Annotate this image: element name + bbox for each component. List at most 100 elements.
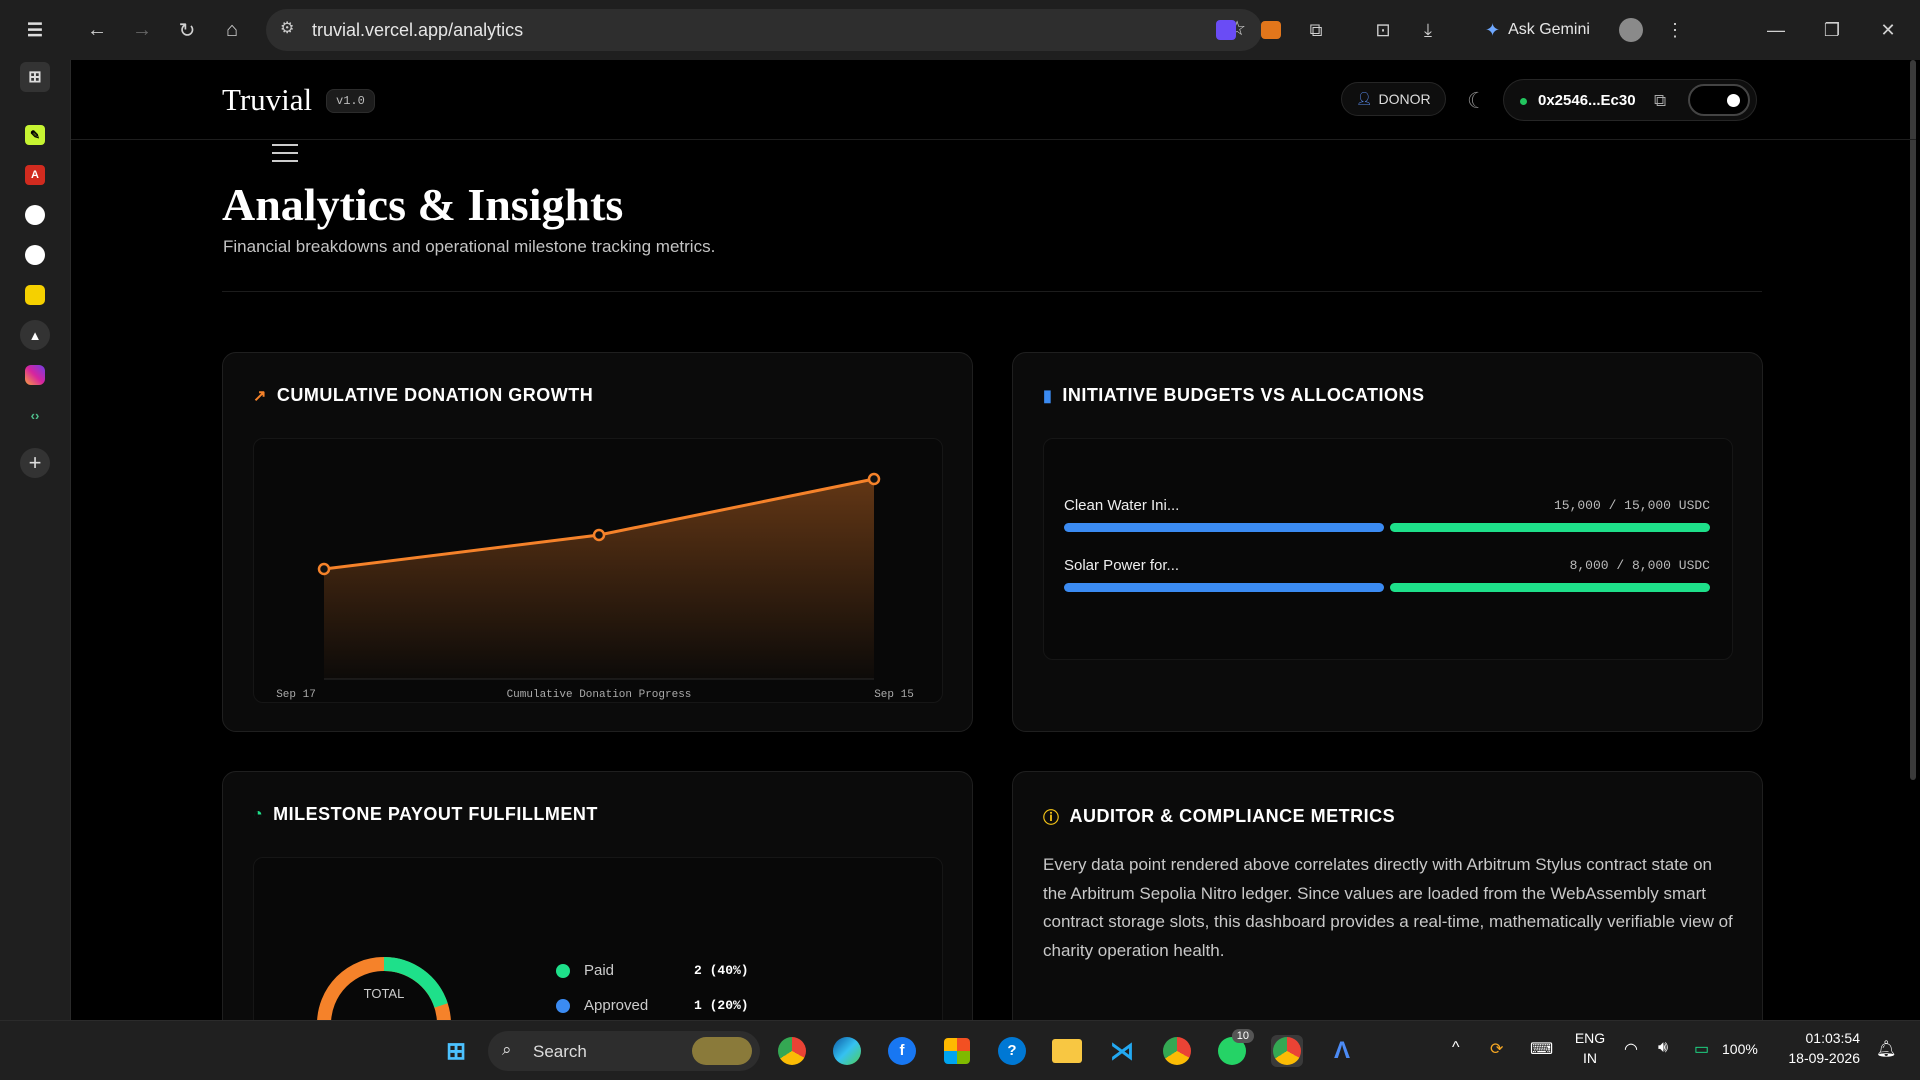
screenshot-icon[interactable]: ⊡ (1370, 17, 1396, 43)
sidebar-toggle-icon[interactable]: ☰ (20, 15, 50, 45)
extensions-puzzle-icon[interactable]: ⧉ (1303, 17, 1329, 43)
keyboard-icon[interactable]: ⌨ (1530, 1039, 1553, 1059)
forward-icon[interactable]: → (127, 15, 157, 45)
reload-icon[interactable]: ↻ (172, 15, 202, 45)
legend-value: 2 (40%) (694, 963, 749, 978)
edge-icon[interactable] (831, 1035, 863, 1067)
volume-icon[interactable]: 🔊︎ (1658, 1039, 1668, 1057)
vscode-icon[interactable]: ⋊ (1106, 1035, 1138, 1067)
wifi-icon[interactable]: ◠ (1624, 1039, 1638, 1059)
budgets-card: ▮ INITIATIVE BUDGETS VS ALLOCATIONS Clea… (1012, 352, 1763, 732)
add-app-icon[interactable]: + (20, 448, 50, 478)
facebook-icon[interactable]: f (886, 1035, 918, 1067)
budget-name: Solar Power for... (1064, 557, 1180, 574)
file-explorer-icon[interactable] (1051, 1035, 1083, 1067)
menu-dots-icon[interactable]: ⋮ (1662, 17, 1688, 43)
budget-name: Clean Water Ini... (1064, 497, 1180, 514)
ask-gemini-button[interactable]: ✦ Ask Gemini (1485, 14, 1590, 46)
page-viewport: Truvial v1.0 👤︎ DONOR ☾ 0x2546...Ec30 ⧉ … (70, 60, 1916, 1020)
arc-app-icon[interactable]: Λ (1326, 1035, 1358, 1067)
auditor-title: ⓘ AUDITOR & COMPLIANCE METRICS (1043, 804, 1395, 828)
site-info-icon[interactable]: ⚙ (280, 18, 294, 38)
gemini-icon: ✦ (1485, 19, 1501, 40)
battery-percent: 100% (1722, 1041, 1758, 1057)
home-icon[interactable]: ⌂ (217, 15, 247, 45)
chrome-icon-2[interactable] (1161, 1035, 1193, 1067)
windows-start-icon[interactable]: ⊞ (440, 1035, 472, 1067)
budgets-title-text: INITIATIVE BUDGETS VS ALLOCATIONS (1062, 385, 1425, 405)
donation-growth-chart: Sep 17 Sep 15 Cumulative Donation Progress (276, 472, 914, 701)
taskbar: ⊞ ⌕ Search f ? ⋊ 10 Λ ^ ⟳ ⌨ ENG IN ◠ 🔊︎ … (0, 1020, 1920, 1080)
donation-growth-card: ↗ CUMULATIVE DONATION GROWTH Sep 17 Sep 1… (222, 352, 973, 732)
browser-toolbar: ← → ↻ ⌂ ⚙ truvial.vercel.app/analytics ☆… (70, 0, 1920, 60)
legend-value: 1 (20%) (694, 998, 749, 1013)
store-icon[interactable] (941, 1035, 973, 1067)
x-tick-label: Sep 15 (874, 689, 914, 701)
minimize-icon[interactable]: — (1763, 17, 1789, 43)
restore-icon[interactable]: ❐ (1819, 17, 1845, 43)
legend-label: Paid (584, 962, 615, 979)
app-logo[interactable]: Truvial (222, 82, 312, 118)
chrome-active-icon[interactable] (1271, 1035, 1303, 1067)
extension-icon-purple[interactable] (1213, 17, 1239, 43)
close-window-icon[interactable]: ✕ (1875, 17, 1901, 43)
page-title: Analytics & Insights (222, 179, 624, 230)
allocation-bar (1390, 583, 1710, 592)
sync-icon[interactable]: ⟳ (1490, 1039, 1503, 1059)
milestone-title: ◔ MILESTONE PAYOUT FULFILLMENT (253, 804, 598, 825)
language-bottom[interactable]: IN (1570, 1050, 1610, 1066)
trending-up-icon: ↗ (253, 387, 267, 405)
github-icon-2[interactable] (20, 240, 50, 270)
metamask-icon[interactable] (1258, 17, 1284, 43)
code-app-icon[interactable]: ‹› (20, 400, 50, 430)
download-icon[interactable]: ⤓ (1415, 17, 1441, 43)
back-icon[interactable]: ← (82, 15, 112, 45)
pdf-app-icon[interactable]: A (20, 160, 50, 190)
instagram-icon[interactable] (20, 360, 50, 390)
growth-area (324, 479, 874, 679)
budget-amount: 8,000 / 8,000 USDC (1569, 558, 1710, 573)
profile-avatar[interactable] (1618, 17, 1644, 43)
clock-date[interactable]: 18-09-2026 (1780, 1050, 1860, 1066)
milestone-panel: TOTAL Paid 2 (40%) Approved 1 (20%) (253, 857, 943, 1020)
data-point[interactable] (317, 562, 331, 576)
theme-toggle[interactable] (1688, 84, 1750, 116)
wallet-address: 0x2546...Ec30 (1538, 92, 1636, 109)
version-badge: v1.0 (326, 89, 375, 113)
pen-app-icon[interactable]: ✎ (20, 120, 50, 150)
app-header: Truvial v1.0 👤︎ DONOR ☾ 0x2546...Ec30 ⧉ (71, 60, 1916, 140)
address-bar[interactable]: ⚙ truvial.vercel.app/analytics ☆ (266, 9, 1262, 51)
vercel-icon[interactable]: ▲ (20, 320, 50, 350)
help-icon[interactable]: ? (996, 1035, 1028, 1067)
clock-time[interactable]: 01:03:54 (1780, 1030, 1861, 1046)
hamburger-menu-icon[interactable] (272, 144, 298, 164)
role-label: DONOR (1378, 91, 1431, 107)
moon-icon[interactable]: ☾ (1467, 88, 1487, 114)
notes-app-icon[interactable] (20, 280, 50, 310)
x-tick-label: Sep 17 (276, 689, 316, 701)
auditor-description: Every data point rendered above correlat… (1043, 855, 1733, 960)
auditor-card: ⓘ AUDITOR & COMPLIANCE METRICS Every dat… (1012, 771, 1763, 1020)
notifications-bell-icon[interactable]: 🔔︎ (1876, 1039, 1896, 1059)
auditor-title-text: AUDITOR & COMPLIANCE METRICS (1069, 805, 1396, 826)
data-point[interactable] (867, 472, 881, 486)
data-point[interactable] (592, 528, 606, 542)
github-icon[interactable] (20, 200, 50, 230)
copy-icon[interactable]: ⧉ (1654, 91, 1666, 111)
role-badge[interactable]: 👤︎ DONOR (1341, 82, 1446, 116)
chrome-icon[interactable] (776, 1035, 808, 1067)
language-top[interactable]: ENG (1570, 1030, 1610, 1046)
browser-sidebar: ☰ ⊞ ✎ A ▲ ‹› + (0, 0, 70, 1020)
url-text[interactable]: truvial.vercel.app/analytics (312, 20, 523, 41)
budget-bar (1064, 583, 1384, 592)
battery-icon[interactable]: ▭ (1694, 1039, 1709, 1059)
page-scrollbar[interactable] (1910, 60, 1916, 780)
search-icon: ⌕ (502, 1040, 512, 1059)
whatsapp-icon[interactable]: 10 (1216, 1029, 1254, 1067)
taskbar-search[interactable]: ⌕ Search (488, 1031, 760, 1071)
tab-grid-icon[interactable]: ⊞ (20, 62, 50, 92)
legend-dot (556, 999, 570, 1013)
milestone-title-text: MILESTONE PAYOUT FULFILLMENT (273, 804, 598, 824)
tray-overflow-icon[interactable]: ^ (1452, 1039, 1460, 1057)
wallet-pill[interactable]: 0x2546...Ec30 ⧉ (1503, 79, 1757, 121)
